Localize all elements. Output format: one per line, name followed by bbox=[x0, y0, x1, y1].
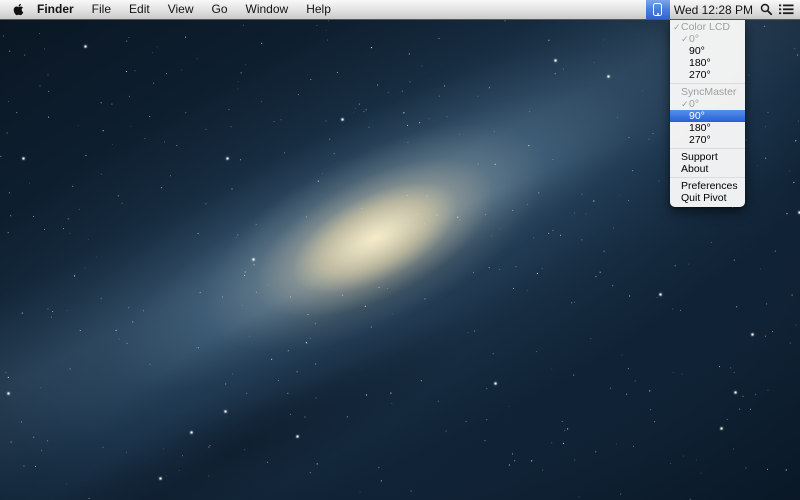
menu-item-label: 0° bbox=[689, 98, 699, 110]
menu-item-label: 0° bbox=[689, 33, 699, 45]
apple-menu[interactable] bbox=[0, 0, 28, 19]
menu-item-label: 180° bbox=[689, 122, 711, 134]
menubar-menu-help[interactable]: Help bbox=[297, 0, 340, 19]
menu-bar-menus: FinderFileEditViewGoWindowHelp bbox=[28, 0, 340, 19]
color-lcd-display-item-0deg: ✓0° bbox=[670, 33, 745, 45]
color-lcd-display-item-270deg[interactable]: 270° bbox=[670, 69, 745, 81]
color-lcd-display-item-color-lcd: ✓Color LCD bbox=[670, 21, 745, 33]
pivot-menu-extra[interactable] bbox=[646, 0, 670, 19]
pivot-dropdown-menu: ✓Color LCD✓0°90°180°270°SyncMaster✓0°90°… bbox=[670, 20, 745, 207]
menu-item-label: SyncMaster bbox=[681, 86, 736, 98]
menu-bar-left: FinderFileEditViewGoWindowHelp bbox=[0, 0, 340, 19]
spotlight-search-icon bbox=[760, 3, 773, 16]
syncmaster-display-item-90deg[interactable]: 90° bbox=[670, 110, 745, 122]
menu-item-label: About bbox=[681, 163, 708, 175]
pivot-display-icon bbox=[653, 3, 662, 16]
menubar-menu-edit[interactable]: Edit bbox=[120, 0, 159, 19]
menu-separator bbox=[670, 83, 745, 84]
menu-item-label: 180° bbox=[689, 57, 711, 69]
checkmark-icon: ✓ bbox=[681, 98, 689, 110]
help-actions-item-support[interactable]: Support bbox=[670, 151, 745, 163]
apple-logo-icon bbox=[13, 3, 24, 16]
color-lcd-display-item-90deg[interactable]: 90° bbox=[670, 45, 745, 57]
menu-item-label: Preferences bbox=[681, 180, 738, 192]
app-actions-item-quit-pivot[interactable]: Quit Pivot bbox=[670, 192, 745, 204]
menu-bar: FinderFileEditViewGoWindowHelp Wed 12:28… bbox=[0, 0, 800, 20]
app-actions-item-preferences[interactable]: Preferences bbox=[670, 180, 745, 192]
menu-item-label: 90° bbox=[689, 45, 705, 57]
menu-item-label: Support bbox=[681, 151, 718, 163]
menu-item-label: Quit Pivot bbox=[681, 192, 727, 204]
menu-item-label: 270° bbox=[689, 69, 711, 81]
help-actions-item-about[interactable]: About bbox=[670, 163, 745, 175]
menu-item-label: 270° bbox=[689, 134, 711, 146]
notification-center-menu-extra[interactable] bbox=[776, 0, 797, 19]
menu-item-label: 90° bbox=[689, 110, 705, 122]
menu-bar-clock[interactable]: Wed 12:28 PM bbox=[670, 3, 757, 17]
menubar-menu-file[interactable]: File bbox=[83, 0, 120, 19]
menubar-menu-view[interactable]: View bbox=[159, 0, 203, 19]
syncmaster-display-item-syncmaster: SyncMaster bbox=[670, 86, 745, 98]
syncmaster-display-item-180deg[interactable]: 180° bbox=[670, 122, 745, 134]
menu-bar-status-area: Wed 12:28 PM bbox=[646, 0, 800, 19]
syncmaster-display-item-270deg[interactable]: 270° bbox=[670, 134, 745, 146]
menubar-menu-window[interactable]: Window bbox=[237, 0, 298, 19]
color-lcd-display-item-180deg[interactable]: 180° bbox=[670, 57, 745, 69]
checkmark-icon: ✓ bbox=[673, 21, 681, 33]
menu-separator bbox=[670, 177, 745, 178]
macos-desktop-screen: FinderFileEditViewGoWindowHelp Wed 12:28… bbox=[0, 0, 800, 500]
menu-separator bbox=[670, 148, 745, 149]
syncmaster-display-item-0deg: ✓0° bbox=[670, 98, 745, 110]
notification-center-icon bbox=[779, 4, 794, 15]
menubar-menu-finder[interactable]: Finder bbox=[28, 0, 83, 19]
checkmark-icon: ✓ bbox=[681, 33, 689, 45]
menu-item-label: Color LCD bbox=[681, 21, 730, 33]
menubar-menu-go[interactable]: Go bbox=[203, 0, 237, 19]
spotlight-menu-extra[interactable] bbox=[757, 0, 776, 19]
